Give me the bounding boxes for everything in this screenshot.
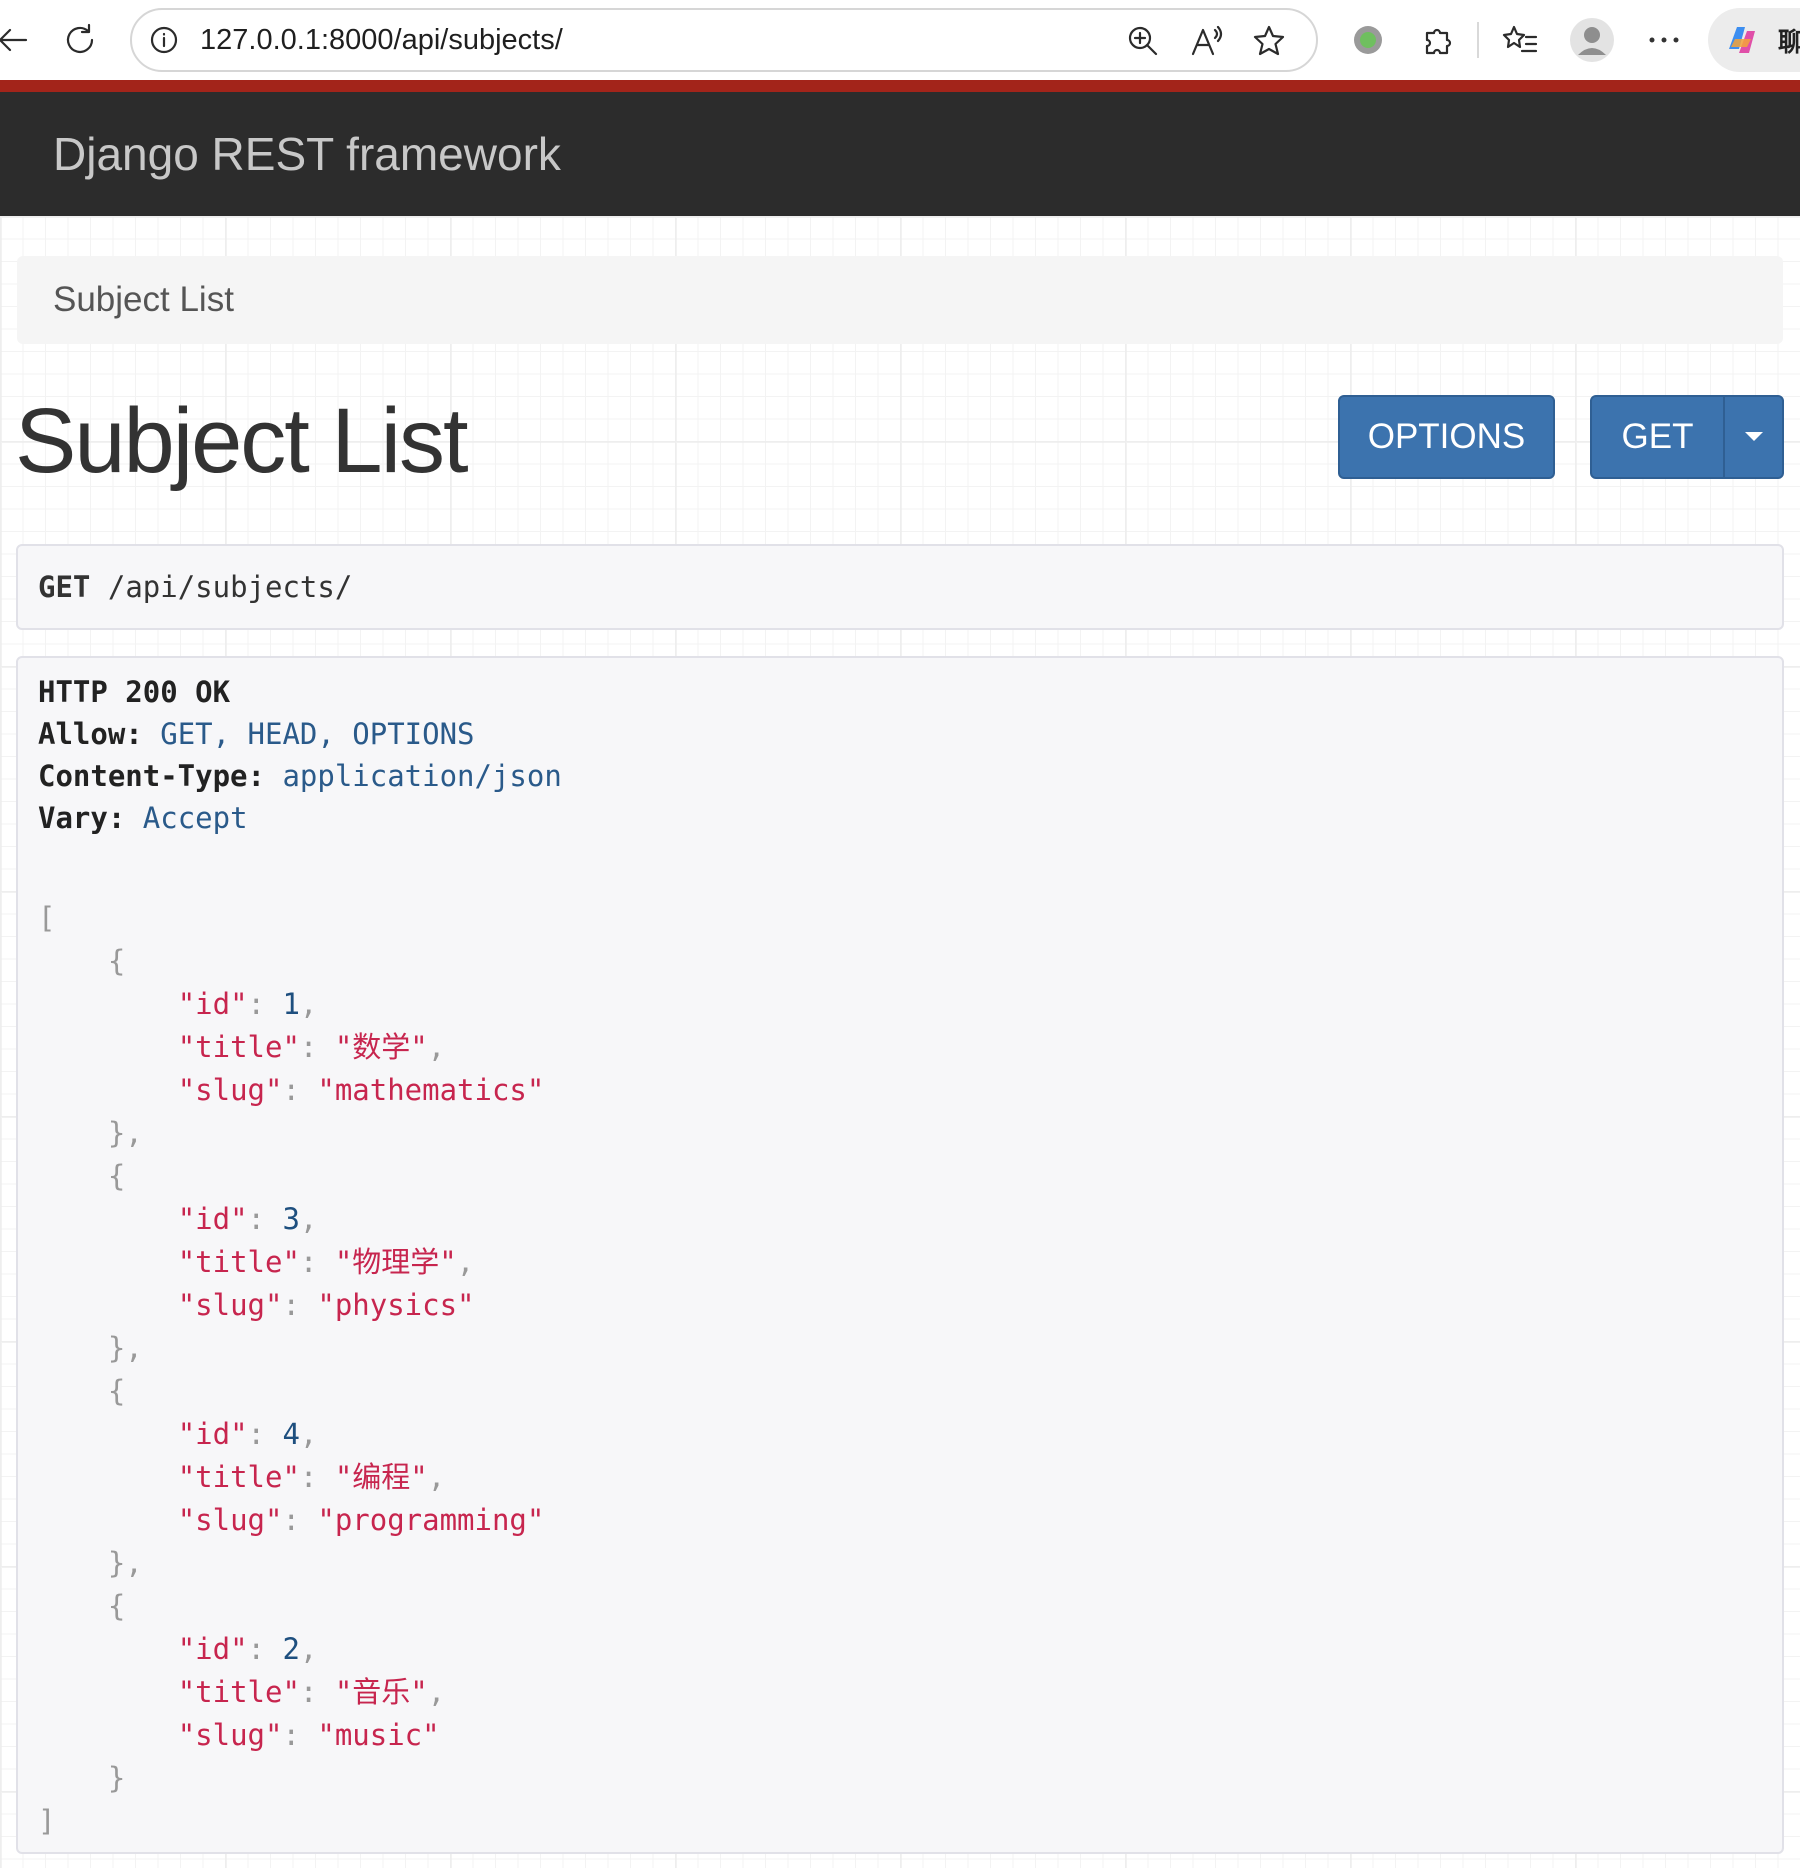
navbar-accent-strip: [0, 80, 1800, 92]
profile-avatar-icon[interactable]: [1568, 16, 1616, 64]
favorites-list-icon[interactable]: [1500, 20, 1540, 60]
breadcrumb-item-subject-list[interactable]: Subject List: [53, 256, 234, 344]
get-button-group: GET: [1590, 395, 1784, 479]
json-field-slug: "slug": "programming": [177, 1503, 545, 1537]
read-aloud-icon[interactable]: [1188, 22, 1226, 60]
header-allow: Allow: GET, HEAD, OPTIONS: [38, 714, 475, 754]
json-id-value: 4: [282, 1417, 300, 1451]
json-object-close: },: [38, 1331, 143, 1365]
extensions-puzzle-icon[interactable]: [1418, 20, 1458, 60]
navbar-brand[interactable]: Django REST framework: [53, 92, 561, 216]
json-field-id: "id": 4,: [177, 1417, 318, 1451]
navbar: Django REST framework: [0, 92, 1800, 216]
json-title-value: "物理学": [334, 1245, 457, 1279]
header-value: application/json: [282, 759, 562, 793]
address-bar[interactable]: 127.0.0.1:8000/api/subjects/: [130, 8, 1318, 72]
header-value: GET, HEAD, OPTIONS: [160, 717, 475, 751]
url-text[interactable]: 127.0.0.1:8000/api/subjects/: [200, 10, 563, 70]
toolbar-separator: [1477, 22, 1479, 58]
options-button[interactable]: OPTIONS: [1338, 395, 1555, 479]
header-name: Vary:: [38, 801, 126, 835]
favorite-star-icon[interactable]: [1250, 22, 1288, 60]
json-slug-value: "music": [317, 1718, 440, 1752]
header-content-type: Content-Type: application/json: [38, 756, 562, 796]
json-object-open: {: [38, 1374, 126, 1408]
json-object-close: }: [38, 1761, 126, 1795]
json-field-id: "id": 3,: [177, 1202, 318, 1236]
json-field-title: "title": "数学",: [177, 1030, 446, 1064]
json-field-slug: "slug": "physics": [177, 1288, 475, 1322]
browser-toolbar: 127.0.0.1:8000/api/subjects/ 聊: [0, 0, 1800, 80]
reload-icon[interactable]: [60, 20, 100, 60]
header-vary: Vary: Accept: [38, 798, 248, 838]
json-object-open: {: [38, 1589, 126, 1623]
breadcrumb: Subject List: [17, 256, 1783, 344]
response-status: HTTP 200 OK: [38, 675, 231, 709]
json-id-value: 1: [282, 987, 300, 1021]
json-field-slug: "slug": "music": [177, 1718, 440, 1752]
json-title-value: "音乐": [334, 1675, 428, 1709]
more-menu-icon[interactable]: [1644, 20, 1684, 60]
json-array-open: [: [38, 901, 56, 935]
json-field-id: "id": 2,: [177, 1632, 318, 1666]
caret-down-icon: [1744, 432, 1763, 441]
json-title-value: "编程": [334, 1460, 428, 1494]
copilot-icon: [1720, 18, 1764, 62]
json-slug-value: "mathematics": [317, 1073, 545, 1107]
json-array-close: ]: [38, 1804, 56, 1838]
json-field-id: "id": 1,: [177, 987, 318, 1021]
back-arrow-icon[interactable]: [0, 20, 34, 60]
json-object-open: {: [38, 1159, 126, 1193]
json-field-slug: "slug": "mathematics": [177, 1073, 545, 1107]
json-object-close: },: [38, 1546, 143, 1580]
json-title-value: "数学": [334, 1030, 428, 1064]
site-info-icon[interactable]: [146, 22, 182, 58]
copilot-label[interactable]: 聊: [1778, 22, 1800, 59]
response-info: HTTP 200 OK Allow: GET, HEAD, OPTIONS Co…: [16, 656, 1784, 1854]
request-method: GET: [38, 570, 91, 604]
header-name: Allow:: [38, 717, 143, 751]
extension-status-icon[interactable]: [1348, 20, 1388, 60]
json-slug-value: "programming": [317, 1503, 545, 1537]
header-value: Accept: [142, 801, 248, 835]
page-content: Subject List Subject List OPTIONS GET GE…: [0, 216, 1800, 1868]
json-id-value: 3: [282, 1202, 300, 1236]
json-slug-value: "physics": [317, 1288, 475, 1322]
header-name: Content-Type:: [38, 759, 265, 793]
zoom-icon[interactable]: [1124, 22, 1162, 60]
request-info: GET /api/subjects/: [16, 544, 1784, 630]
json-object-open: {: [38, 944, 126, 978]
request-path: /api/subjects/: [107, 570, 353, 604]
json-field-title: "title": "物理学",: [177, 1245, 475, 1279]
json-object-close: },: [38, 1116, 143, 1150]
json-field-title: "title": "编程",: [177, 1460, 446, 1494]
get-button[interactable]: GET: [1592, 397, 1723, 477]
json-field-title: "title": "音乐",: [177, 1675, 446, 1709]
json-id-value: 2: [282, 1632, 300, 1666]
page-title: Subject List: [15, 390, 469, 492]
format-dropdown-toggle[interactable]: [1725, 397, 1782, 477]
